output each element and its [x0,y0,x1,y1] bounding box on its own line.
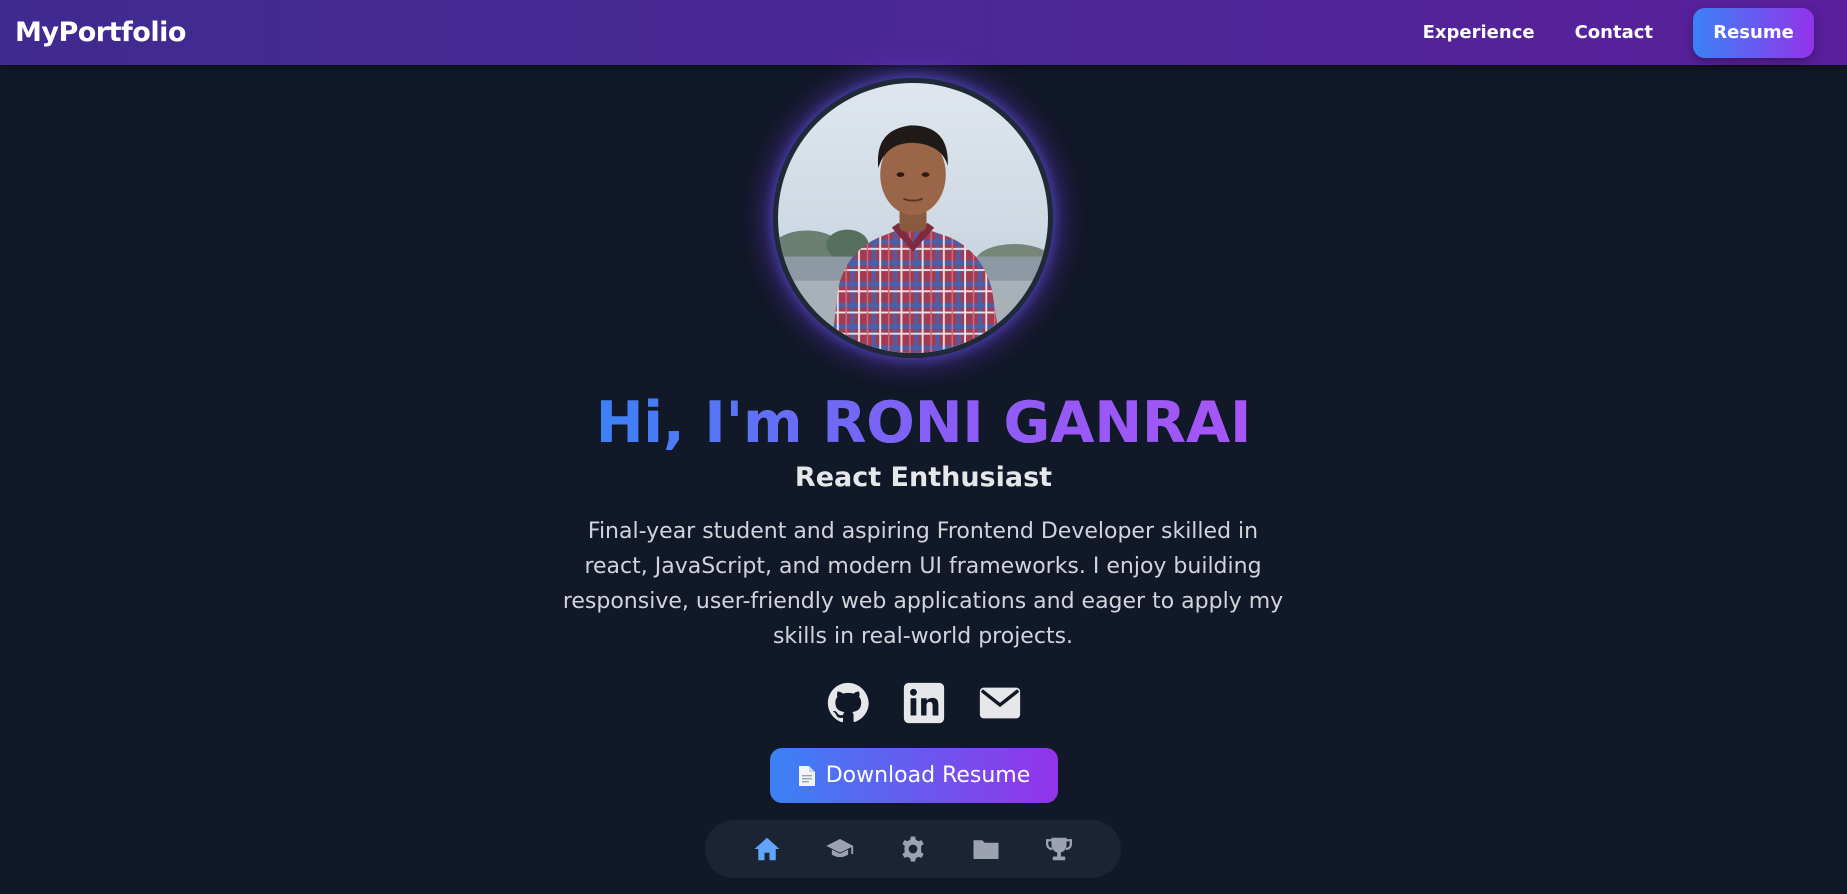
nav-link-experience[interactable]: Experience [1423,22,1535,43]
dock-item-home[interactable] [750,832,784,866]
document-icon [798,765,815,786]
dock-item-achievements[interactable] [1042,832,1076,866]
hero-title: Hi, I'm RONI GANRAI [0,388,1847,458]
nav-link-contact[interactable]: Contact [1575,22,1653,43]
social-links [0,680,1847,726]
trophy-icon [1046,837,1073,861]
folder-icon [973,840,999,859]
email-icon[interactable] [977,680,1023,726]
profile-photo [778,83,1048,353]
dock-item-skills[interactable] [896,832,930,866]
graduation-cap-icon [826,839,853,858]
gear-icon [902,836,924,862]
linkedin-icon[interactable] [901,680,947,726]
download-resume-button[interactable]: Download Resume [770,748,1058,803]
hero-title-text: Hi, I'm RONI GANRAI [595,390,1252,456]
nav-resume-button[interactable]: Resume [1693,7,1814,58]
nav-links: Experience Contact Resume [1423,7,1814,58]
dock-item-education[interactable] [823,832,857,866]
brand-logo[interactable]: MyPortfolio [15,17,186,48]
bottom-dock-nav [705,820,1121,878]
download-resume-label: Download Resume [825,763,1031,788]
github-icon[interactable] [825,680,871,726]
hero-bio: Final-year student and aspiring Frontend… [562,519,1284,649]
home-icon [754,837,780,861]
profile-avatar [773,78,1053,358]
hero-subtitle: React Enthusiast [794,462,1053,493]
top-navbar: MyPortfolio Experience Contact Resume [0,0,1847,65]
dock-item-projects[interactable] [969,832,1003,866]
